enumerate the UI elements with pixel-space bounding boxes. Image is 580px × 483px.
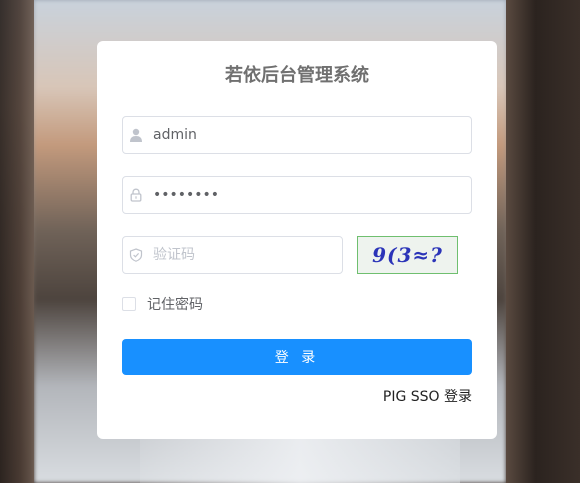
remember-row: 记住密码: [122, 294, 472, 314]
login-button[interactable]: 登 录: [122, 339, 472, 375]
username-field: [122, 116, 472, 154]
captcha-image[interactable]: 9(3≈?: [357, 236, 458, 274]
password-form-item: [122, 176, 472, 214]
remember-label[interactable]: 记住密码: [147, 294, 203, 314]
code-field: [122, 236, 343, 274]
username-input[interactable]: [123, 117, 471, 153]
username-form-item: [122, 116, 472, 154]
background-frame-right: [506, 0, 580, 483]
login-form: 若依后台管理系统 9(3≈?: [97, 41, 497, 439]
code-input[interactable]: [123, 237, 342, 273]
password-input[interactable]: [123, 177, 471, 213]
sso-login-link[interactable]: PIG SSO 登录: [383, 386, 472, 406]
shield-icon: [129, 248, 143, 262]
lock-icon: [130, 188, 142, 202]
code-form-item: 9(3≈?: [122, 236, 472, 274]
password-field: [122, 176, 472, 214]
background-frame-left: [0, 0, 34, 483]
login-title: 若依后台管理系统: [225, 65, 369, 86]
user-icon: [130, 128, 142, 142]
remember-checkbox[interactable]: [122, 297, 136, 311]
